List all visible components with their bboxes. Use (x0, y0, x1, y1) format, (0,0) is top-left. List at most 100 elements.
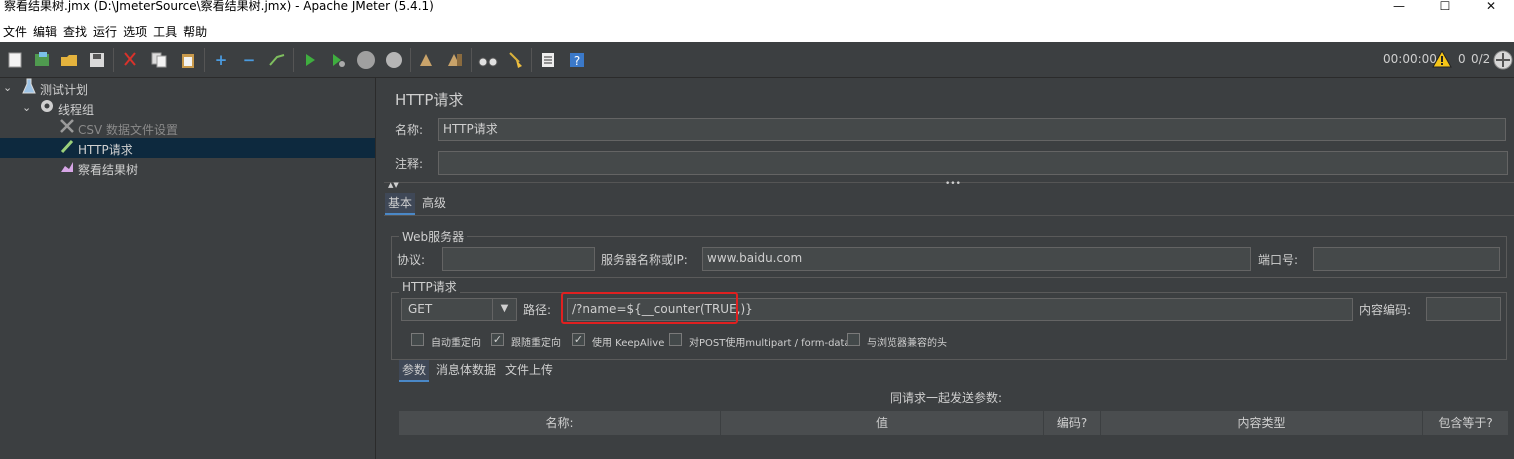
path-label: 路径: (523, 303, 552, 317)
tree-node-csv-data-set[interactable]: CSV 数据文件设置 (58, 118, 178, 138)
close-button[interactable]: ✕ (1468, 0, 1514, 12)
menu-help[interactable]: 帮助 (180, 23, 210, 40)
method-value: GET (408, 302, 433, 316)
warning-icon[interactable] (1432, 50, 1452, 68)
copy-icon[interactable] (148, 49, 170, 71)
flask-icon (20, 78, 38, 100)
redirect-auto-checkbox[interactable] (411, 333, 424, 346)
panel-title: HTTP请求 (395, 91, 464, 109)
svg-text:?: ? (574, 54, 580, 68)
params-caption: 同请求一起发送参数: (890, 391, 1003, 405)
browser-headers-checkbox[interactable] (847, 333, 860, 346)
window-title: 察看结果树.jmx (D:\JmeterSource\察看结果树.jmx) - … (4, 0, 434, 13)
gear-icon (38, 98, 56, 120)
menu-run[interactable]: 运行 (90, 23, 120, 40)
name-input[interactable]: HTTP请求 (438, 118, 1506, 141)
help-icon[interactable]: ? (566, 49, 588, 71)
splitter-arrows-icon[interactable]: ▲▼ (388, 181, 399, 189)
toolbar-separator (471, 48, 472, 72)
tree-node-test-plan[interactable]: 测试计划 (20, 78, 88, 98)
method-select[interactable]: GET ▼ (401, 298, 517, 321)
start-icon[interactable] (299, 49, 321, 71)
params-table-header: 名称: 值 编码? 内容类型 包含等于? (399, 411, 1508, 435)
stop-icon[interactable] (355, 49, 377, 71)
tab-basic[interactable]: 基本 (385, 193, 416, 215)
web-server-legend: Web服务器 (399, 228, 468, 245)
tab-body-data[interactable]: 消息体数据 (433, 360, 499, 380)
tree-node-label: 线程组 (58, 103, 95, 117)
binoculars-icon[interactable] (477, 49, 499, 71)
open-icon[interactable] (58, 49, 80, 71)
test-plan-tree: ⌄ 测试计划 ⌄ 线程组 CSV 数据文件设置 HTTP请求 察看结果树 (0, 78, 376, 459)
keepalive-checkbox[interactable]: ✓ (572, 333, 585, 346)
comment-input[interactable] (438, 151, 1508, 175)
clear-all-icon[interactable] (444, 49, 466, 71)
option-label: 对POST使用multipart / form-data (689, 338, 851, 349)
broom-icon[interactable] (504, 49, 526, 71)
menu-options[interactable]: 选项 (120, 23, 150, 40)
server-input[interactable]: www.baidu.com (702, 247, 1251, 271)
function-helper-icon[interactable] (537, 49, 559, 71)
port-input[interactable] (1313, 247, 1500, 271)
chevron-down-icon[interactable]: ⌄ (22, 101, 31, 114)
toolbar: + − ? 00:00:00 0 0/2 (0, 42, 1514, 78)
dropdown-arrow-icon[interactable]: ▼ (492, 299, 516, 320)
shutdown-icon[interactable] (383, 49, 405, 71)
column-header-value[interactable]: 值 (721, 411, 1044, 435)
chevron-down-icon[interactable]: ⌄ (3, 81, 12, 94)
toggle-icon[interactable] (266, 49, 288, 71)
column-header-encode[interactable]: 编码? (1044, 411, 1101, 435)
tree-node-view-results-tree[interactable]: 察看结果树 (58, 158, 138, 178)
protocol-label: 协议: (397, 253, 426, 267)
elapsed-timer: 00:00:00 (1383, 52, 1437, 66)
protocol-input[interactable] (442, 247, 595, 271)
column-header-include-equals[interactable]: 包含等于? (1423, 411, 1508, 435)
comment-label: 注释: (395, 157, 424, 171)
follow-redirects-checkbox[interactable]: ✓ (491, 333, 504, 346)
tree-node-http-request[interactable]: HTTP请求 (0, 138, 375, 158)
title-bar: 察看结果树.jmx (D:\JmeterSource\察看结果树.jmx) - … (0, 0, 1514, 20)
cut-icon[interactable] (119, 49, 141, 71)
encoding-label: 内容编码: (1359, 303, 1412, 317)
column-header-name[interactable]: 名称: (399, 411, 721, 435)
column-header-content-type[interactable]: 内容类型 (1101, 411, 1423, 435)
tree-node-label: CSV 数据文件设置 (78, 123, 179, 137)
start-no-pause-icon[interactable] (327, 49, 349, 71)
menu-search[interactable]: 查找 (60, 23, 90, 40)
templates-icon[interactable] (31, 49, 53, 71)
highlight-box (561, 292, 738, 324)
pipette-icon (58, 138, 76, 160)
tree-node-label: 测试计划 (40, 83, 89, 97)
http-request-legend: HTTP请求 (399, 278, 460, 295)
server-label: 服务器名称或IP: (601, 253, 688, 267)
encoding-input[interactable] (1426, 297, 1501, 321)
expand-icon[interactable]: + (210, 49, 232, 71)
tab-advanced[interactable]: 高级 (419, 193, 449, 213)
http-request-panel: HTTP请求 名称: HTTP请求 注释: ▲▼ ••• 基本 高级 Web服务… (384, 78, 1514, 459)
toolbar-separator (113, 48, 114, 72)
option-label: 自动重定向 (431, 338, 481, 349)
tree-node-thread-group[interactable]: 线程组 (38, 98, 94, 118)
toolbar-separator (531, 48, 532, 72)
tab-file-upload[interactable]: 文件上传 (502, 360, 556, 380)
tab-parameters[interactable]: 参数 (399, 360, 430, 382)
toolbar-separator (293, 48, 294, 72)
collapse-icon[interactable]: − (238, 49, 260, 71)
new-icon[interactable] (4, 49, 26, 71)
splitter-grip-icon[interactable]: ••• (945, 180, 961, 189)
multipart-checkbox[interactable] (669, 333, 682, 346)
option-label: 使用 KeepAlive (592, 338, 665, 349)
menu-tools[interactable]: 工具 (150, 23, 180, 40)
tree-node-label: HTTP请求 (78, 143, 133, 157)
port-label: 端口号: (1258, 253, 1299, 267)
paste-icon[interactable] (177, 49, 199, 71)
minimize-button[interactable]: — (1376, 0, 1422, 12)
warning-count: 0 (1458, 52, 1466, 66)
tree-node-label: 察看结果树 (78, 163, 139, 177)
clear-icon[interactable] (415, 49, 437, 71)
menu-file[interactable]: 文件 (0, 23, 30, 40)
save-icon[interactable] (86, 49, 108, 71)
thread-count: 0/2 (1471, 52, 1491, 66)
menu-edit[interactable]: 编辑 (30, 23, 60, 40)
maximize-button[interactable]: ☐ (1422, 0, 1468, 12)
